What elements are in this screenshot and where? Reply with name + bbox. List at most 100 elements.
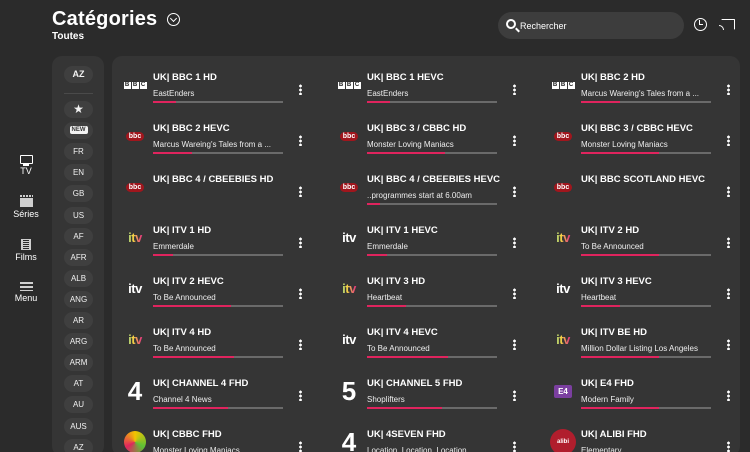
more-options-icon[interactable] xyxy=(727,339,730,350)
category-dropdown-icon[interactable] xyxy=(167,13,180,26)
channel-card[interactable]: bbc UK| BBC SCOTLAND HEVC xyxy=(540,164,740,210)
channel5-logo: 5 xyxy=(341,376,357,406)
program-title: Marcus Wareing's Tales from a ... xyxy=(153,140,272,149)
program-progress-bar xyxy=(153,101,283,103)
more-options-icon[interactable] xyxy=(299,84,302,95)
more-options-icon[interactable] xyxy=(727,135,730,146)
channel-card[interactable]: B B C UK| BBC 1 HD EastEnders xyxy=(112,62,312,108)
filter-chip[interactable]: AUS xyxy=(64,417,93,435)
more-options-icon[interactable] xyxy=(299,288,302,299)
favorites-star-icon[interactable]: ★ xyxy=(64,101,93,118)
channel-card[interactable]: itv UK| ITV 2 HD To Be Announced xyxy=(540,215,740,261)
program-title: Heartbeat xyxy=(367,293,403,302)
more-options-icon[interactable] xyxy=(513,441,516,452)
channel-card[interactable]: bbc UK| BBC 4 / CBEEBIES HEVC ..programmes… xyxy=(326,164,526,210)
program-progress-bar xyxy=(367,305,497,307)
channel-card[interactable]: bbc UK| BBC 3 / CBBC HD Monster Loving Man… xyxy=(326,113,526,159)
channel-name: UK| ITV 3 HEVC xyxy=(581,276,652,287)
filter-chip[interactable]: ARM xyxy=(64,354,93,372)
channel-name: UK| ITV 4 HD xyxy=(153,327,212,338)
filter-chip[interactable]: AF xyxy=(64,227,93,245)
sort-az-button[interactable]: AZ xyxy=(64,66,93,83)
more-options-icon[interactable] xyxy=(727,237,730,248)
channel-card[interactable]: bbc UK| BBC 4 / CBEEBIES HD xyxy=(112,164,312,210)
filter-chip[interactable]: ANG xyxy=(64,290,93,308)
filter-chip[interactable]: EN xyxy=(64,164,93,182)
filter-chip[interactable]: FR xyxy=(64,143,93,161)
more-options-icon[interactable] xyxy=(299,237,302,248)
channel-card[interactable]: bbc UK| BBC 2 HEVC Marcus Wareing's Tales … xyxy=(112,113,312,159)
channel-card[interactable]: itv UK| ITV 4 HEVC To Be Announced xyxy=(326,317,526,363)
filter-chip[interactable]: AT xyxy=(64,375,93,393)
channel-card[interactable]: itv UK| ITV BE HD Million Dollar Listing L… xyxy=(540,317,740,363)
channel-card[interactable]: 5 UK| CHANNEL 5 FHD Shoplifters xyxy=(326,368,526,414)
search-bar[interactable] xyxy=(498,12,684,39)
more-options-icon[interactable] xyxy=(299,441,302,452)
more-options-icon[interactable] xyxy=(727,390,730,401)
new-badge: NEW xyxy=(69,126,88,135)
channel-card[interactable]: B B C UK| BBC 1 HEVC EastEnders xyxy=(326,62,526,108)
filter-chip[interactable]: ALB xyxy=(64,269,93,287)
nav-item-tv[interactable]: TV xyxy=(0,155,52,176)
history-icon[interactable] xyxy=(694,18,707,31)
more-options-icon[interactable] xyxy=(513,84,516,95)
more-options-icon[interactable] xyxy=(727,441,730,452)
channel-name: UK| ITV 1 HEVC xyxy=(367,225,438,236)
program-title: Shoplifters xyxy=(367,395,405,404)
itv-logo: itv xyxy=(342,332,356,347)
filter-chip-new[interactable]: NEW xyxy=(64,122,93,140)
channel-card[interactable]: alibi UK| ALIBI FHD Elementary xyxy=(540,419,740,452)
channel-card[interactable]: itv UK| ITV 1 HD Emmerdale xyxy=(112,215,312,261)
channel-card[interactable]: itv UK| ITV 3 HD Heartbeat xyxy=(326,266,526,312)
more-options-icon[interactable] xyxy=(299,339,302,350)
filter-chip[interactable]: GB xyxy=(64,185,93,203)
more-options-icon[interactable] xyxy=(727,84,730,95)
nav-item-films[interactable]: Films xyxy=(0,239,52,262)
nav-item-series[interactable]: Séries xyxy=(0,195,52,219)
more-options-icon[interactable] xyxy=(513,186,516,197)
channel-card[interactable]: UK| CBBC FHD Monster Loving Maniacs xyxy=(112,419,312,452)
nav-label: Séries xyxy=(13,209,39,219)
channel-card[interactable]: bbc UK| BBC 3 / CBBC HEVC Monster Loving M… xyxy=(540,113,740,159)
more-options-icon[interactable] xyxy=(513,339,516,350)
channel-card[interactable]: itv UK| ITV 4 HD To Be Announced xyxy=(112,317,312,363)
more-options-icon[interactable] xyxy=(513,390,516,401)
program-title: To Be Announced xyxy=(581,242,644,251)
channel-name: UK| BBC 4 / CBEEBIES HEVC xyxy=(367,174,501,185)
channel-card[interactable]: E4 UK| E4 FHD Modern Family xyxy=(540,368,740,414)
progress-fill xyxy=(581,305,620,307)
progress-fill xyxy=(367,356,448,358)
channel-card[interactable]: itv UK| ITV 3 HEVC Heartbeat xyxy=(540,266,740,312)
more-options-icon[interactable] xyxy=(513,288,516,299)
bbc-logo: BBC xyxy=(123,81,147,89)
channel-card[interactable]: 4 UK| 4SEVEN FHD Location, Location, Locat… xyxy=(326,419,526,452)
program-title: Emmerdale xyxy=(153,242,194,251)
search-input[interactable] xyxy=(520,12,680,39)
channel-card[interactable]: itv UK| ITV 2 HEVC To Be Announced xyxy=(112,266,312,312)
program-progress-bar xyxy=(153,356,283,358)
more-options-icon[interactable] xyxy=(299,390,302,401)
nav-item-menu[interactable]: Menu xyxy=(0,282,52,303)
channel-card[interactable]: itv UK| ITV 1 HEVC Emmerdale xyxy=(326,215,526,261)
program-title: Monster Loving Maniacs xyxy=(581,140,668,149)
nav-label: Films xyxy=(15,252,37,262)
4seven-logo: 4 xyxy=(341,427,357,452)
filter-chip[interactable]: AZ xyxy=(64,438,93,452)
more-options-icon[interactable] xyxy=(299,186,302,197)
channel-card[interactable]: B B C UK| BBC 2 HD Marcus Wareing's Tales fr… xyxy=(540,62,740,108)
more-options-icon[interactable] xyxy=(727,186,730,197)
more-options-icon[interactable] xyxy=(513,237,516,248)
channel-card[interactable]: 4 UK| CHANNEL 4 FHD Channel 4 News xyxy=(112,368,312,414)
more-options-icon[interactable] xyxy=(299,135,302,146)
filter-chip[interactable]: AU xyxy=(64,396,93,414)
progress-fill xyxy=(581,254,659,256)
filter-chip[interactable]: AR xyxy=(64,312,93,329)
cast-icon[interactable] xyxy=(719,19,735,30)
more-options-icon[interactable] xyxy=(727,288,730,299)
filter-chip[interactable]: AFR xyxy=(64,248,93,266)
filter-chip[interactable]: ARG xyxy=(64,333,93,351)
filter-chip[interactable]: US xyxy=(64,206,93,224)
more-options-icon[interactable] xyxy=(513,135,516,146)
program-title: Modern Family xyxy=(581,395,634,404)
nav-label: TV xyxy=(20,166,32,176)
